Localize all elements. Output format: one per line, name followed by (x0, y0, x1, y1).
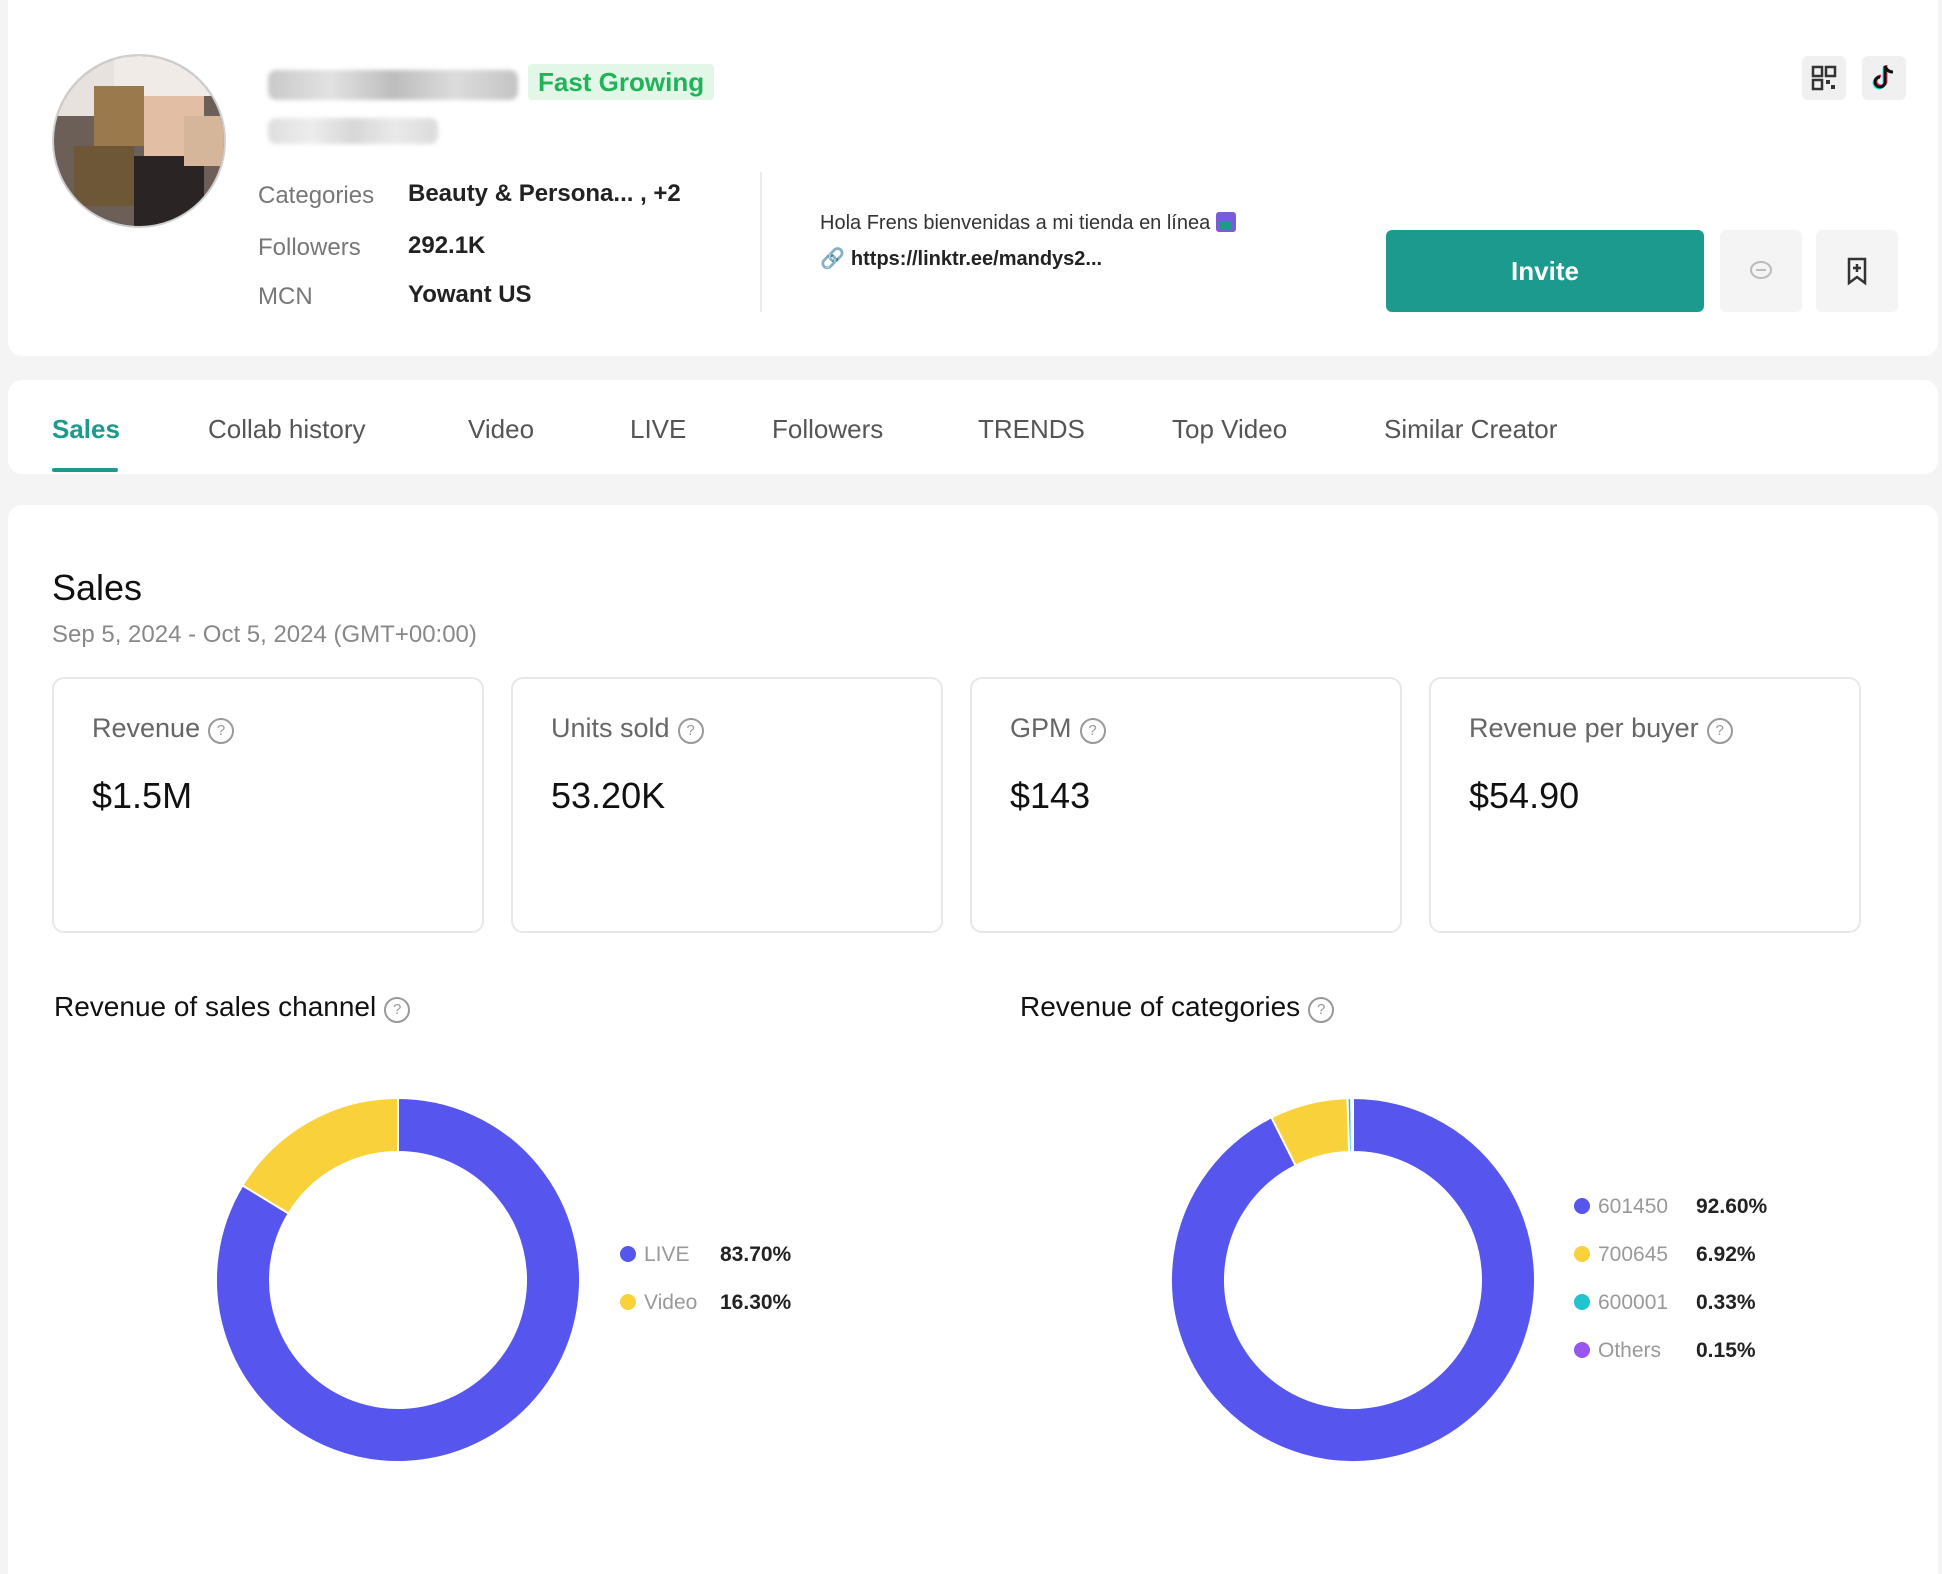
legend-dot (1574, 1342, 1590, 1358)
legend-label: LIVE (644, 1243, 690, 1266)
categories-value[interactable]: Beauty & Persona... , +2 (408, 180, 681, 208)
creator-handle-redacted (268, 118, 438, 144)
metric-card-gpm: GPM? $143 (970, 677, 1402, 933)
categories-donut (1170, 1096, 1536, 1463)
avatar (52, 54, 226, 228)
shopping-bag-icon (1216, 212, 1237, 232)
legend-item[interactable]: 700645 6.92% (1574, 1243, 1756, 1267)
info-icon[interactable]: ? (1079, 718, 1106, 744)
bio-text: Hola Frens bienvenidas a mi tienda en lí… (820, 212, 1237, 235)
sales-section: Sales Sep 5, 2024 - Oct 5, 2024 (GMT+00:… (8, 505, 1938, 1574)
metric-card-revenue-per-buyer: Revenue per buyer? $54.90 (1429, 677, 1861, 933)
legend-item[interactable]: Others 0.15% (1574, 1339, 1756, 1363)
tab-video[interactable]: Video (468, 414, 534, 445)
section-title: Sales (52, 567, 143, 608)
legend-value: 0.33% (1696, 1291, 1756, 1314)
metric-label: Revenue (92, 713, 201, 743)
metric-value: $143 (1010, 775, 1091, 816)
legend-label: 600001 (1598, 1291, 1669, 1314)
legend-dot (1574, 1294, 1590, 1310)
message-button[interactable] (1720, 230, 1802, 312)
invite-button[interactable]: Invite (1386, 230, 1704, 312)
mcn-value: Yowant US (408, 281, 532, 308)
metric-label: Revenue per buyer (1469, 713, 1699, 743)
link-icon: 🔗 (820, 248, 845, 270)
legend-value: 0.15% (1696, 1339, 1756, 1362)
followers-value: 292.1K (408, 232, 486, 259)
active-tab-indicator (52, 468, 118, 472)
tab-sales[interactable]: Sales (52, 414, 120, 445)
qr-code-button[interactable] (1802, 56, 1846, 100)
sales-channel-donut (215, 1096, 581, 1463)
info-icon[interactable]: ? (677, 718, 704, 744)
creator-name-redacted (268, 70, 518, 100)
tiktok-icon (1872, 65, 1894, 90)
qr-code-icon (1811, 65, 1837, 91)
tab-trends[interactable]: TRENDS (978, 414, 1085, 445)
legend-value: 83.70% (720, 1243, 792, 1266)
metric-value: $54.90 (1469, 775, 1580, 816)
tab-similar-creator[interactable]: Similar Creator (1384, 414, 1557, 445)
legend-value: 92.60% (1696, 1195, 1768, 1218)
legend-label: 601450 (1598, 1195, 1669, 1218)
date-range: Sep 5, 2024 - Oct 5, 2024 (GMT+00:00) (52, 621, 477, 648)
bio-link[interactable]: 🔗 https://linktr.ee/mandys2... (820, 246, 1102, 271)
sales-channel-title: Revenue of sales channel? (54, 991, 411, 1023)
metric-label: Units sold (551, 713, 670, 743)
chat-bubble-icon (1750, 261, 1772, 279)
legend-dot (1574, 1246, 1590, 1262)
bookmark-add-icon (1847, 257, 1867, 286)
followers-label: Followers (258, 234, 361, 261)
tab-top-video[interactable]: Top Video (1172, 414, 1287, 445)
tab-live[interactable]: LIVE (630, 414, 686, 445)
fast-growing-badge: Fast Growing (528, 64, 715, 100)
creator-profile-card: Fast Growing Categories Beauty & Persona… (8, 0, 1938, 356)
legend-item[interactable]: LIVE 83.70% (620, 1243, 791, 1267)
legend-label: Video (644, 1291, 698, 1314)
legend-dot (620, 1294, 636, 1310)
legend-label: 700645 (1598, 1243, 1669, 1266)
legend-dot (620, 1246, 636, 1262)
legend-value: 16.30% (720, 1291, 792, 1314)
metric-value: $1.5M (92, 775, 193, 816)
legend-value: 6.92% (1696, 1243, 1756, 1266)
mcn-label: MCN (258, 283, 313, 310)
tab-collab-history[interactable]: Collab history (208, 414, 366, 445)
metric-card-units-sold: Units sold? 53.20K (511, 677, 943, 933)
legend-item[interactable]: 600001 0.33% (1574, 1291, 1756, 1315)
tiktok-button[interactable] (1862, 56, 1906, 100)
save-creator-button[interactable] (1816, 230, 1898, 312)
categories-label: Categories (258, 182, 375, 209)
categories-title: Revenue of categories? (1020, 991, 1335, 1023)
legend-label: Others (1598, 1339, 1662, 1362)
info-icon[interactable]: ? (208, 718, 235, 744)
metric-card-revenue: Revenue? $1.5M (52, 677, 484, 933)
legend-dot (1574, 1198, 1590, 1214)
donut-slice-video[interactable] (241, 1096, 399, 1215)
info-icon[interactable]: ? (1706, 718, 1733, 744)
info-icon[interactable]: ? (384, 997, 411, 1023)
tab-followers[interactable]: Followers (772, 414, 883, 445)
donut-slice-others[interactable] (1350, 1096, 1354, 1154)
metric-value: 53.20K (551, 775, 666, 816)
metric-label: GPM (1010, 713, 1072, 743)
legend-item[interactable]: 601450 92.60% (1574, 1195, 1767, 1219)
tab-bar: Sales Collab history Video LIVE Follower… (8, 380, 1938, 474)
divider (760, 172, 762, 312)
info-icon[interactable]: ? (1308, 997, 1335, 1023)
legend-item[interactable]: Video 16.30% (620, 1291, 791, 1315)
